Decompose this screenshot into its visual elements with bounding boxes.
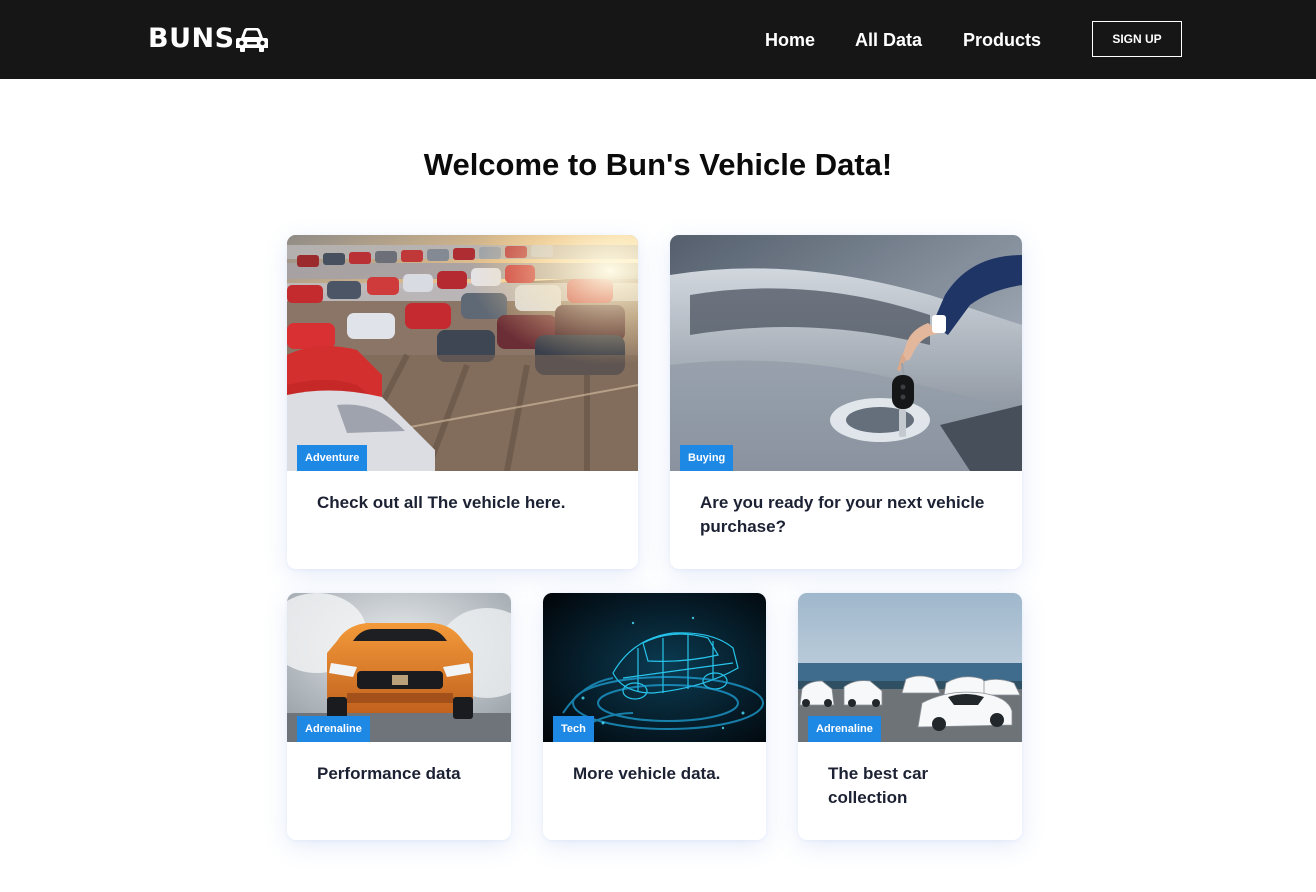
nav-link-home[interactable]: Home <box>765 28 815 52</box>
card-best-car-collection[interactable]: Adrenaline The best car collection <box>798 593 1022 840</box>
card-title: Are you ready for your next vehicle purc… <box>700 493 985 536</box>
car-icon <box>235 28 268 52</box>
card-more-vehicle-data[interactable]: Tech More vehicle data. <box>543 593 766 840</box>
category-tag: Buying <box>680 445 734 471</box>
card-buying-next-vehicle[interactable]: Buying Are you ready for your next vehic… <box>670 235 1022 569</box>
card-adventure-all-vehicles[interactable]: Adventure Check out all The vehicle here… <box>287 235 638 569</box>
page-title: Welcome to Bun's Vehicle Data! <box>423 147 893 182</box>
category-tag: Adrenaline <box>808 716 881 742</box>
sign-up-button[interactable]: SIGN UP <box>1092 21 1182 57</box>
card-title: Performance data <box>317 764 461 783</box>
category-tag: Tech <box>553 716 594 742</box>
logo-text: BUNS <box>148 23 235 54</box>
nav-link-all-data[interactable]: All Data <box>855 28 922 52</box>
card-title: More vehicle data. <box>573 764 721 783</box>
top-navbar: BUNS Home All Data Products SIGN UP <box>0 0 1316 79</box>
logo-link[interactable]: BUNS <box>148 24 269 54</box>
car-lot-photo <box>287 235 638 471</box>
car-key-handover-photo <box>670 235 1022 471</box>
category-tag: Adventure <box>297 445 368 471</box>
category-tag: Adrenaline <box>297 716 370 742</box>
card-performance-data[interactable]: Adrenaline Performance data <box>287 593 511 840</box>
nav-link-products[interactable]: Products <box>963 28 1041 52</box>
card-title: The best car collection <box>828 764 929 807</box>
card-title: Check out all The vehicle here. <box>317 493 566 512</box>
